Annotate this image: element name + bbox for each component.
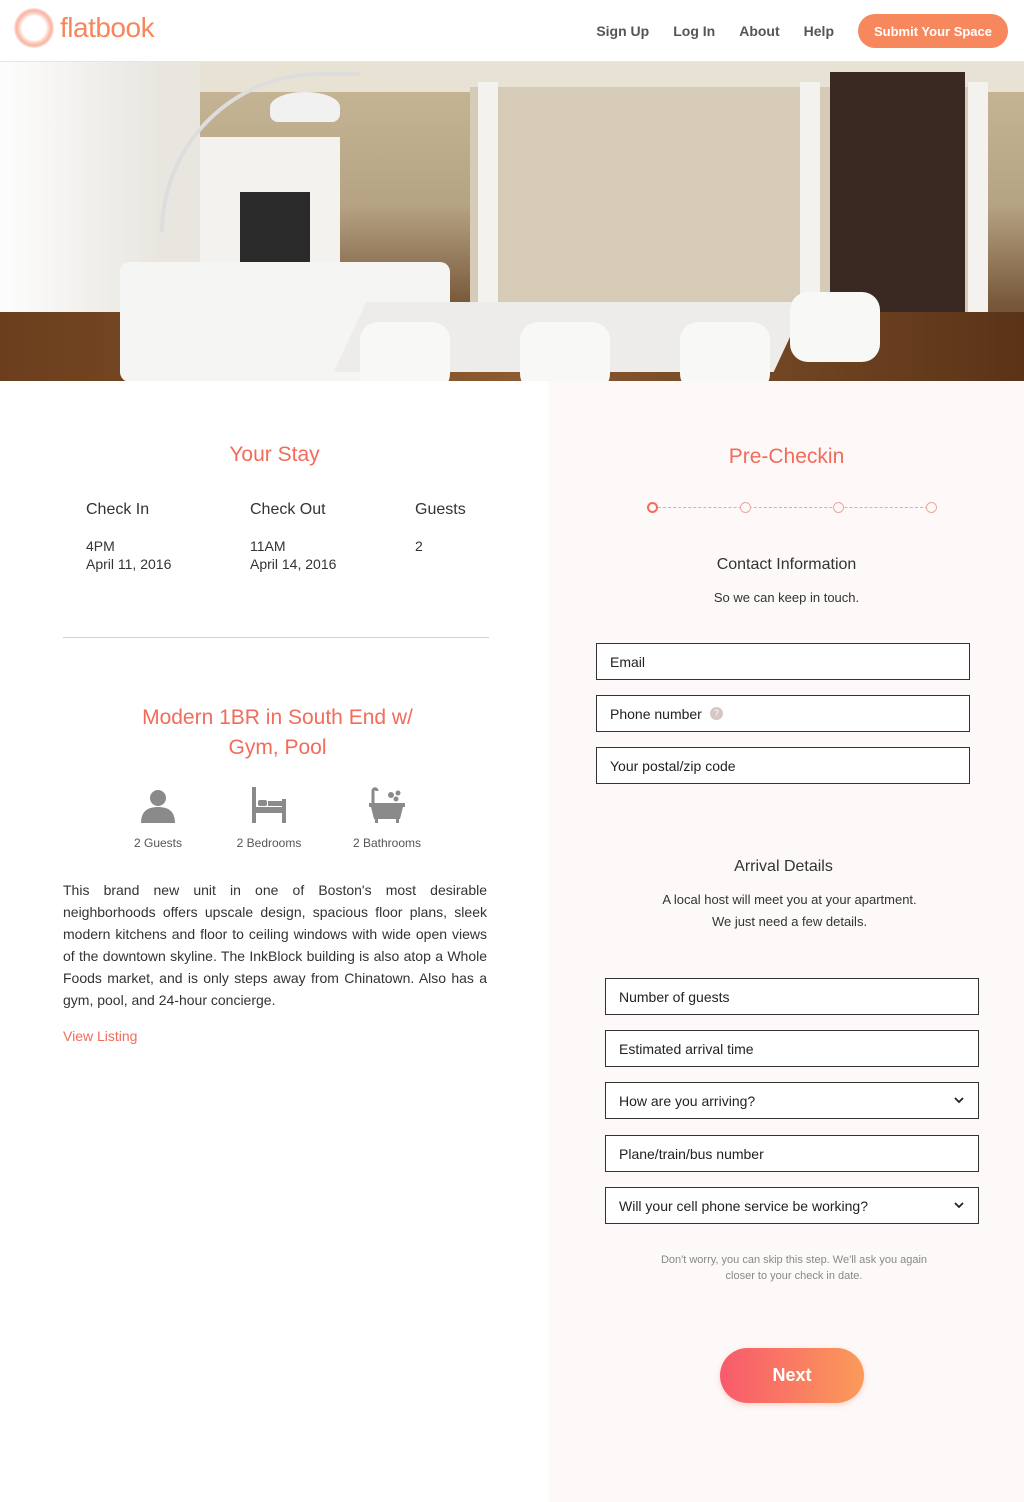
number-of-guests-placeholder: Number of guests bbox=[619, 988, 730, 1005]
bed-icon bbox=[252, 787, 286, 823]
skip-note: Don't worry, you can skip this step. We'… bbox=[639, 1252, 949, 1284]
arrival-method-placeholder: How are you arriving? bbox=[619, 1092, 756, 1109]
hero-image bbox=[0, 62, 1024, 381]
contact-subtext: So we can keep in touch. bbox=[713, 590, 860, 605]
amenity-guests: 2 Guests bbox=[113, 785, 203, 850]
precheckin-title: Pre-Checkin bbox=[728, 445, 845, 468]
stay-panel: Your Stay Check In 4PM April 11, 2016 Ch… bbox=[0, 381, 549, 1502]
skip-note-line-1: Don't worry, you can skip this step. We'… bbox=[660, 1254, 928, 1266]
amenity-bathrooms: 2 Bathrooms bbox=[342, 785, 432, 850]
phone-placeholder: Phone number bbox=[610, 705, 702, 722]
nav-links: Sign Up Log In About Help Submit Your Sp… bbox=[596, 14, 1008, 48]
step-2-dot bbox=[740, 502, 751, 513]
logo-circle-icon bbox=[14, 8, 54, 48]
nav-log-in[interactable]: Log In bbox=[673, 23, 715, 39]
nav-about[interactable]: About bbox=[739, 23, 779, 39]
arrival-subtext-line-1: A local host will meet you at your apart… bbox=[662, 892, 917, 907]
your-stay-title: Your Stay bbox=[229, 443, 320, 466]
amenity-label: 2 Bathrooms bbox=[352, 836, 422, 850]
email-placeholder: Email bbox=[610, 653, 646, 670]
listing-title-line-2: Gym, Pool bbox=[228, 736, 327, 759]
amenity-bedrooms: 2 Bedrooms bbox=[224, 785, 314, 850]
arrival-time-field[interactable]: Estimated arrival time bbox=[605, 1030, 979, 1067]
number-of-guests-field[interactable]: Number of guests bbox=[605, 978, 979, 1015]
amenity-label: 2 Guests bbox=[133, 836, 183, 850]
postal-code-field[interactable]: Your postal/zip code bbox=[596, 747, 970, 784]
check-out-label: Check Out bbox=[250, 501, 326, 518]
step-4-dot bbox=[926, 502, 937, 513]
postal-code-placeholder: Your postal/zip code bbox=[610, 757, 736, 774]
arrival-time-placeholder: Estimated arrival time bbox=[619, 1040, 754, 1057]
person-icon bbox=[141, 790, 175, 823]
logo-text: flatbook bbox=[60, 12, 155, 43]
skip-note-line-2: closer to your check in date. bbox=[725, 1270, 863, 1282]
listing-description: This brand new unit in one of Boston's m… bbox=[63, 882, 487, 1008]
check-in-column: Check In 4PM April 11, 2016 bbox=[86, 501, 171, 573]
transport-number-placeholder: Plane/train/bus number bbox=[619, 1145, 764, 1162]
step-3-dot bbox=[833, 502, 844, 513]
contact-heading: Contact Information bbox=[716, 556, 857, 573]
check-out-column: Check Out 11AM April 14, 2016 bbox=[250, 501, 336, 573]
nav-sign-up[interactable]: Sign Up bbox=[596, 23, 649, 39]
check-in-label: Check In bbox=[86, 501, 150, 518]
arrival-method-select[interactable]: How are you arriving? bbox=[605, 1082, 979, 1119]
email-field[interactable]: Email bbox=[596, 643, 970, 680]
chevron-down-icon bbox=[954, 1097, 964, 1104]
phone-field[interactable]: Phone number ? bbox=[596, 695, 970, 732]
guests-label: Guests bbox=[415, 501, 466, 518]
precheckin-panel: Pre-Checkin Contact Information So we ca… bbox=[549, 381, 1024, 1502]
view-listing-link[interactable]: View Listing bbox=[63, 1028, 137, 1044]
guests-value: 2 bbox=[415, 538, 423, 554]
arrival-heading: Arrival Details bbox=[734, 858, 833, 875]
top-nav-bar: flatbook Sign Up Log In About Help Submi… bbox=[0, 0, 1024, 62]
nav-help[interactable]: Help bbox=[804, 23, 834, 39]
arrival-subtext-line-2: We just need a few details. bbox=[711, 914, 868, 929]
logo[interactable]: flatbook bbox=[14, 8, 155, 48]
progress-line bbox=[653, 507, 933, 508]
arrival-subtext: A local host will meet you at your apart… bbox=[552, 889, 1024, 933]
cell-service-select[interactable]: Will your cell phone service be working? bbox=[605, 1187, 979, 1224]
listing-title: Modern 1BR in South End w/ Gym, Pool bbox=[110, 703, 445, 763]
bathtub-icon bbox=[369, 787, 405, 823]
listing-title-line-1: Modern 1BR in South End w/ bbox=[142, 706, 413, 729]
step-1-dot bbox=[647, 502, 658, 513]
check-in-time: 4PM bbox=[86, 538, 115, 554]
check-in-date: April 11, 2016 bbox=[86, 556, 172, 572]
submit-your-space-button[interactable]: Submit Your Space bbox=[858, 14, 1008, 48]
next-button[interactable]: Next bbox=[720, 1348, 864, 1403]
check-out-time: 11AM bbox=[250, 538, 286, 554]
transport-number-field[interactable]: Plane/train/bus number bbox=[605, 1135, 979, 1172]
progress-steps bbox=[647, 502, 937, 514]
chevron-down-icon bbox=[954, 1202, 964, 1209]
guests-column: Guests 2 bbox=[415, 501, 466, 555]
cell-service-placeholder: Will your cell phone service be working? bbox=[619, 1197, 868, 1214]
amenity-label: 2 Bedrooms bbox=[236, 836, 302, 850]
help-icon[interactable]: ? bbox=[709, 707, 723, 720]
divider bbox=[63, 637, 489, 638]
check-out-date: April 14, 2016 bbox=[250, 556, 337, 572]
